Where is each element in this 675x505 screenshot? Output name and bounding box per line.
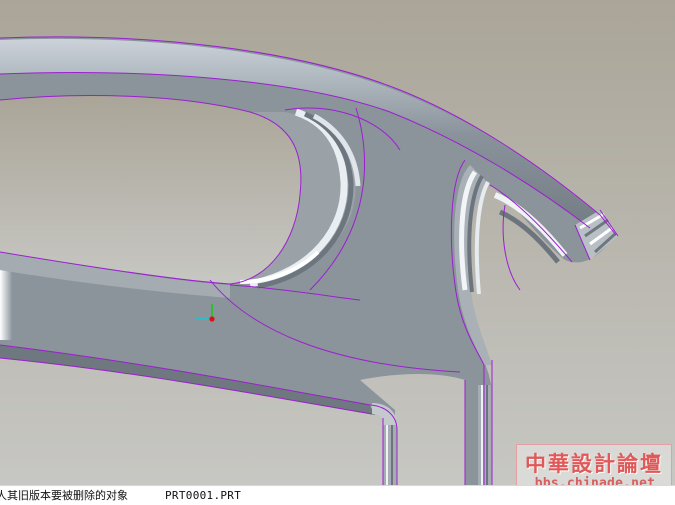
status-message: 人其旧版本要被删除的对象	[0, 489, 128, 502]
vertical-leg-right	[478, 385, 492, 485]
status-bar: 人其旧版本要被删除的对象 PRT0001.PRT	[0, 485, 675, 505]
part-model[interactable]	[0, 0, 675, 485]
left-bar-edge	[0, 270, 12, 340]
frame-opening	[0, 95, 301, 284]
watermark-title: 中華設計論壇	[525, 451, 663, 476]
model-viewport[interactable]	[0, 0, 675, 485]
status-filename: PRT0001.PRT	[165, 489, 242, 502]
